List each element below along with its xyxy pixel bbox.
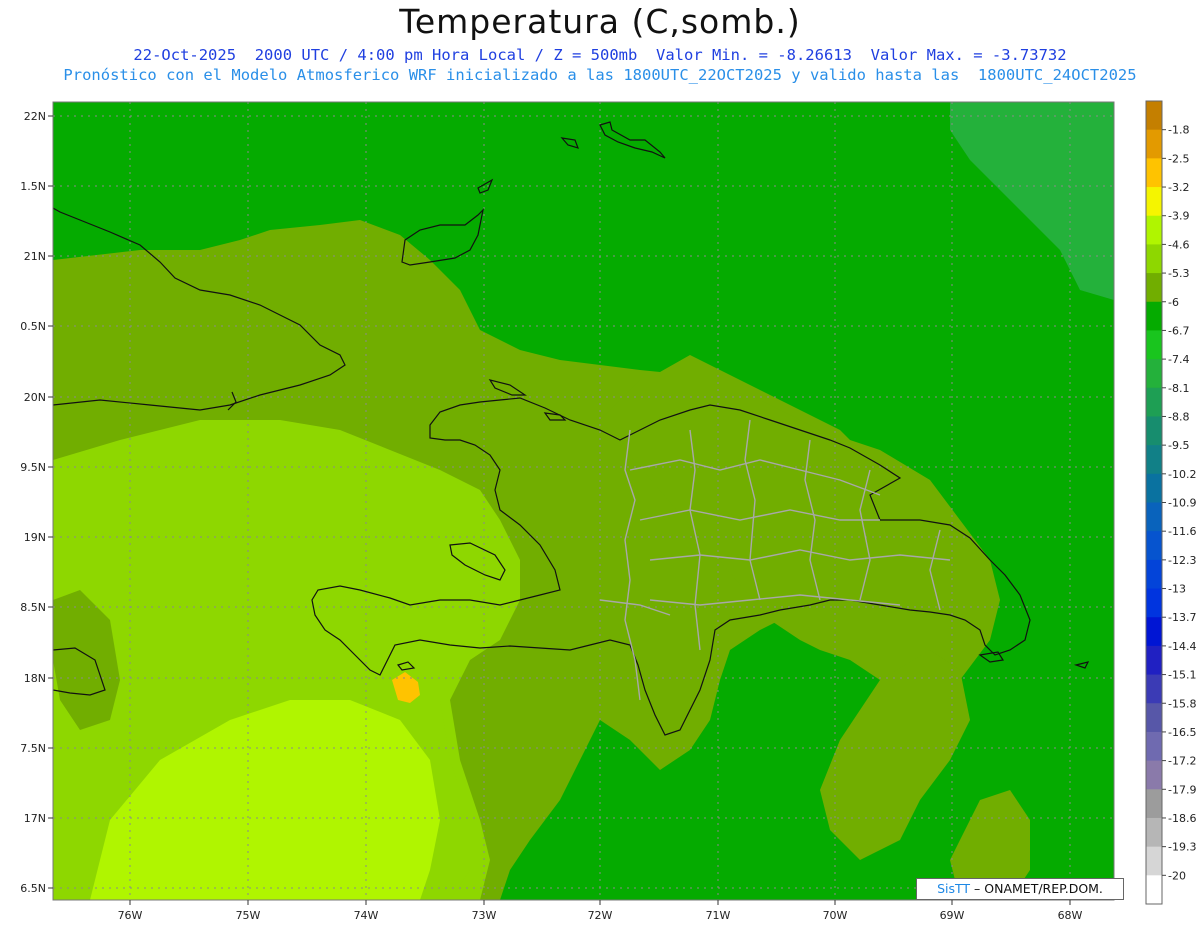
lat-tick-label: 21N [24, 250, 46, 263]
forecast-map: 22N 1.5N 21N 0.5N 20N 9.5N 19N 8.5N 18N 7.5N 17N 6.… [20, 100, 1196, 922]
colorbar-label: -13.7 [1168, 611, 1196, 624]
colorbar-swatch [1146, 588, 1162, 618]
colorbar-swatch [1146, 416, 1162, 446]
lat-tick-label: 19N [24, 531, 46, 544]
lat-tick-label: 18N [24, 672, 46, 685]
colorbar-label: -15.8 [1168, 697, 1196, 710]
colorbar-swatch [1146, 273, 1162, 303]
colorbar-swatch [1146, 158, 1162, 188]
colorbar-label: -12.3 [1168, 554, 1196, 567]
lon-tick-label: 76W [118, 909, 143, 922]
colorbar-label: -17.2 [1168, 755, 1196, 768]
colorbar-swatch [1146, 645, 1162, 676]
colorbar-label: -6.7 [1168, 324, 1189, 337]
colorbar-label: -7.4 [1168, 353, 1189, 366]
colorbar-label: -10.9 [1168, 497, 1196, 510]
lon-tick-label: 70W [823, 909, 848, 922]
colorbar-swatch [1146, 244, 1162, 274]
colorbar-swatch [1146, 674, 1162, 704]
lon-tick-label: 75W [236, 909, 261, 922]
colorbar-label: -8.1 [1168, 382, 1189, 395]
colorbar-swatch-bottom [1146, 875, 1162, 904]
lat-tick-label: 1.5N [20, 180, 46, 193]
colorbar-swatch [1146, 703, 1162, 733]
latitude-axis: 22N 1.5N 21N 0.5N 20N 9.5N 19N 8.5N 18N 7.5N 17N 6.… [20, 110, 53, 895]
colorbar-swatch [1146, 617, 1162, 647]
lat-tick-label: 17N [24, 812, 46, 825]
colorbar-label: -16.5 [1168, 726, 1196, 739]
colorbar-label: -15.1 [1168, 669, 1196, 682]
colorbar-swatch [1146, 215, 1162, 245]
credit-badge: SisTT – ONAMET/REP.DOM. [916, 878, 1124, 900]
colorbar-label: -3.9 [1168, 210, 1189, 223]
lat-tick-label: 8.5N [20, 601, 46, 614]
lat-tick-label: 22N [24, 110, 46, 123]
colorbar-swatch [1146, 531, 1162, 561]
lon-tick-label: 74W [354, 909, 379, 922]
lon-tick-label: 71W [706, 909, 731, 922]
colorbar-label: -13 [1168, 583, 1186, 596]
colorbar-swatch [1146, 473, 1162, 503]
colorbar-label: -3.2 [1168, 181, 1189, 194]
colorbar-label: -14.4 [1168, 640, 1196, 653]
colorbar-label: -5.3 [1168, 267, 1189, 280]
colorbar-swatch [1146, 387, 1162, 417]
lon-tick-label: 72W [588, 909, 613, 922]
colorbar-label: -20 [1168, 869, 1186, 882]
colorbar-swatch [1146, 359, 1162, 389]
colorbar-swatch [1146, 846, 1162, 876]
credit-brand: SisTT [937, 881, 971, 896]
longitude-axis: 76W 75W 74W 73W 72W 71W 70W 69W 68W [118, 900, 1083, 922]
colorbar-label: -2.5 [1168, 152, 1189, 165]
lat-tick-label: 0.5N [20, 320, 46, 333]
colorbar-label: -6 [1168, 296, 1179, 309]
colorbar-swatch [1146, 731, 1162, 762]
lat-tick-label: 6.5N [20, 882, 46, 895]
lon-tick-label: 68W [1058, 909, 1083, 922]
lat-tick-label: 9.5N [20, 461, 46, 474]
colorbar-swatch [1146, 445, 1162, 475]
colorbar-swatch [1146, 760, 1162, 790]
colorbar-swatch [1146, 502, 1162, 532]
colorbar-label: -11.6 [1168, 525, 1196, 538]
colorbar-label: -8.8 [1168, 410, 1189, 423]
colorbar-swatch [1146, 301, 1162, 331]
credit-text: ONAMET/REP.DOM. [980, 881, 1103, 896]
colorbar-swatch [1146, 187, 1162, 217]
colorbar: -1.8 -2.5 -3.2 -3.9 -4.6 -5.3 -6 -6.7 -7.4 -8.1 -8… [1145, 100, 1196, 905]
colorbar-label: -9.5 [1168, 439, 1189, 452]
colorbar-label: -18.6 [1168, 812, 1196, 825]
colorbar-swatch [1146, 789, 1162, 819]
colorbar-label: -1.8 [1168, 124, 1189, 137]
colorbar-swatch [1146, 817, 1162, 848]
lon-tick-label: 69W [940, 909, 965, 922]
lat-tick-label: 20N [24, 391, 46, 404]
colorbar-label: -17.9 [1168, 783, 1196, 796]
colorbar-swatch [1146, 101, 1162, 131]
colorbar-label: -19.3 [1168, 841, 1196, 854]
colorbar-label: -10.2 [1168, 468, 1196, 481]
temperature-field [53, 102, 1114, 900]
colorbar-swatch [1146, 559, 1162, 590]
lat-tick-label: 7.5N [20, 742, 46, 755]
colorbar-label: -4.6 [1168, 238, 1189, 251]
lon-tick-label: 73W [472, 909, 497, 922]
colorbar-swatch [1146, 330, 1162, 360]
colorbar-swatch [1146, 129, 1162, 159]
